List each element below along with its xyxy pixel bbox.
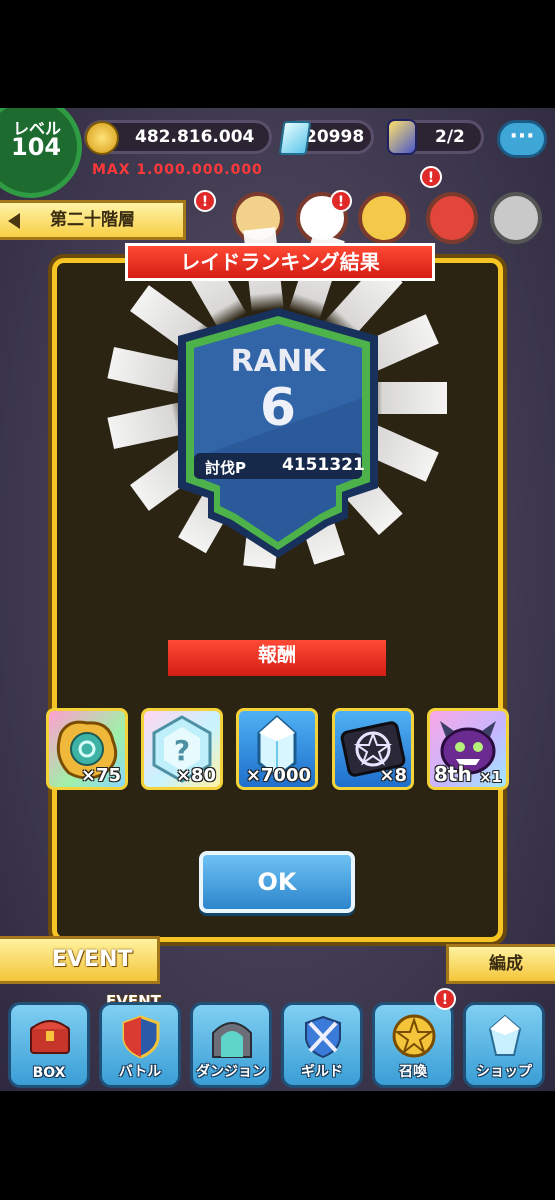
- game-scene: レベル 104 482.816.004 MAX 1.000.000.000 20…: [0, 108, 555, 1091]
- stamina-counter: 2/2: [387, 119, 484, 155]
- nav-label: ダンジョン: [196, 1064, 266, 1080]
- nav-battle[interactable]: バトル: [99, 1002, 181, 1088]
- gold-counter: 482.816.004: [84, 120, 272, 155]
- rank-label: RANK: [230, 344, 326, 379]
- shield-icon: [122, 1015, 160, 1059]
- nav-label: ショップ: [476, 1064, 532, 1080]
- stamina-value: 2/2: [435, 127, 465, 147]
- dungeon-gate-icon: [212, 1022, 252, 1058]
- gem-counter: 20998: [278, 120, 374, 155]
- reward-item[interactable]: ×8: [332, 708, 414, 790]
- nav-dungeon[interactable]: ダンジョン: [190, 1002, 272, 1088]
- settings-gear-icon[interactable]: [490, 192, 542, 244]
- dialog-title: レイドランキング結果: [125, 243, 435, 281]
- level-value: 104: [11, 133, 62, 161]
- reward-qty: ×75: [80, 765, 121, 786]
- gold-value: 482.816.004: [135, 127, 255, 147]
- crystal-icon: [488, 1014, 522, 1056]
- svg-text:?: ?: [174, 734, 190, 767]
- points-value: 4151321: [282, 455, 365, 475]
- nav-label: BOX: [32, 1065, 66, 1081]
- nav-label: 召喚: [399, 1064, 427, 1080]
- treasure-chest-icon: [30, 1020, 70, 1054]
- reward-qty: ×8: [379, 765, 407, 786]
- reward-qty: ×7000: [245, 765, 311, 786]
- summon-badge: !: [434, 988, 456, 1010]
- ok-button[interactable]: OK: [199, 851, 355, 913]
- flag-badge: !: [330, 190, 352, 212]
- reward-badge: 8th: [434, 762, 472, 786]
- reward-title: 報酬: [168, 640, 386, 676]
- floor-selector[interactable]: 第二十階層: [0, 200, 186, 240]
- points-label: 討伐P: [205, 459, 246, 477]
- nav-shop[interactable]: ショップ: [463, 1002, 545, 1088]
- gold-coin-icon: [85, 121, 119, 155]
- edit-team-button[interactable]: 編成: [446, 944, 555, 984]
- nav-guild[interactable]: ギルド: [281, 1002, 363, 1088]
- reward-qty: ×80: [175, 765, 216, 786]
- reward-item[interactable]: 8th ×1: [427, 708, 509, 790]
- reward-item[interactable]: ? ×80: [141, 708, 223, 790]
- gem-icon: [278, 121, 312, 155]
- reward-item[interactable]: ×7000: [236, 708, 318, 790]
- event-banner-button[interactable]: EVENT: [0, 936, 160, 984]
- shop-stall-badge: !: [194, 190, 216, 212]
- reward-item[interactable]: ×75: [46, 708, 128, 790]
- reward-qty: ×1: [478, 768, 502, 786]
- gift-button[interactable]: [426, 192, 478, 244]
- nav-label: ギルド: [301, 1064, 343, 1080]
- gem-value: 20998: [305, 127, 365, 147]
- medal-button[interactable]: [358, 192, 410, 244]
- pentagram-icon: [392, 1014, 436, 1058]
- stamina-icon: [387, 119, 417, 155]
- crossed-swords-icon: [305, 1015, 341, 1059]
- gift-badge: !: [420, 166, 442, 188]
- nav-label: バトル: [118, 1064, 162, 1080]
- nav-summon[interactable]: 召喚: [372, 1002, 454, 1088]
- nav-box[interactable]: BOX: [8, 1002, 90, 1088]
- chat-button[interactable]: ···: [497, 120, 547, 158]
- rank-value: 6: [259, 378, 297, 438]
- gold-max-label: MAX 1.000.000.000: [92, 162, 263, 178]
